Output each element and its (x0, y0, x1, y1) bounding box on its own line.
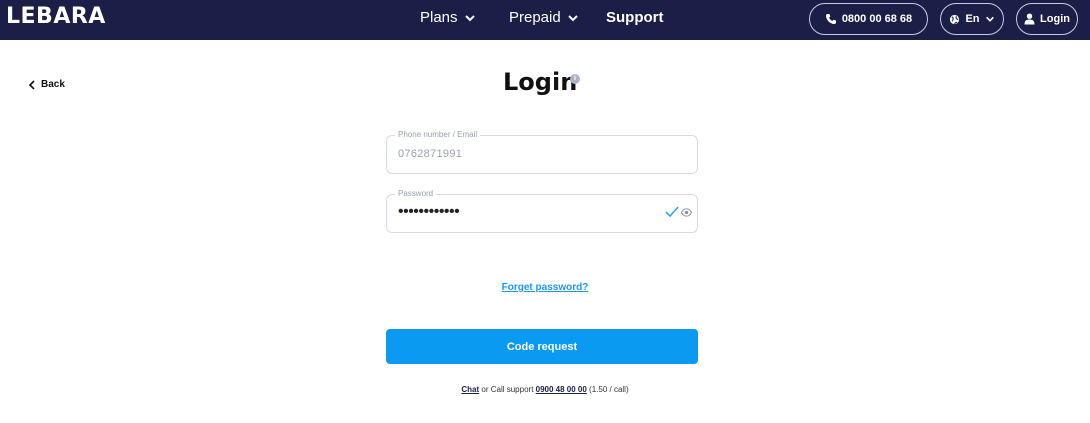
chat-link[interactable]: Chat (461, 385, 479, 394)
user-icon (1024, 13, 1035, 25)
nav-support-label: Support (606, 9, 664, 26)
phone-email-field[interactable]: Phone number / Email 0762871991 (386, 130, 698, 174)
language-label: En (965, 13, 980, 25)
nav-support[interactable]: Support (606, 9, 664, 26)
language-selector[interactable]: En (940, 3, 1004, 35)
chevron-down-icon (985, 16, 994, 22)
phone-icon (825, 14, 836, 24)
nav-prepaid-label: Prepaid (509, 9, 561, 26)
chevron-down-icon (464, 14, 475, 21)
code-request-label: Code request (506, 340, 578, 353)
password-value: •••••••••••• (398, 203, 460, 220)
forget-password-link[interactable]: Forget password? (502, 282, 589, 293)
support-line: Chat or Call support 0900 48 00 00 (1.50… (0, 385, 1090, 394)
forget-password-row: Forget password? (0, 277, 1090, 295)
back-label: Back (41, 79, 65, 90)
nav-plans-label: Plans (420, 9, 458, 26)
code-request-button[interactable]: Code request (386, 329, 698, 364)
globe-icon (950, 14, 960, 24)
login-button[interactable]: Login (1016, 3, 1078, 35)
lebara-logo[interactable]: LEBARA (6, 4, 106, 29)
eye-icon[interactable] (681, 208, 692, 217)
call-support-text: or Call support (479, 385, 536, 394)
support-number-link[interactable]: 0900 48 00 00 (536, 385, 587, 394)
phone-number-label: 0800 00 68 68 (841, 13, 913, 25)
call-rate-text: (1.50 / call) (586, 385, 629, 394)
nav-prepaid[interactable]: Prepaid (509, 9, 579, 26)
top-navbar: LEBARA Plans Prepaid Support 0800 00 68 … (0, 0, 1090, 40)
phone-email-label: Phone number / Email (395, 130, 481, 139)
nav-plans[interactable]: Plans (420, 9, 476, 26)
back-link[interactable]: Back (28, 79, 65, 90)
check-icon (665, 206, 679, 218)
phone-number-button[interactable]: 0800 00 68 68 (809, 3, 928, 35)
page-title: Login (503, 68, 578, 96)
password-field[interactable]: Password •••••••••••• (386, 189, 698, 233)
chevron-down-icon (567, 14, 578, 21)
login-label: Login (1040, 13, 1070, 25)
chevron-left-icon (28, 79, 35, 90)
password-label: Password (395, 189, 437, 198)
phone-email-value: 0762871991 (398, 148, 463, 160)
info-icon[interactable]: i (570, 74, 580, 84)
